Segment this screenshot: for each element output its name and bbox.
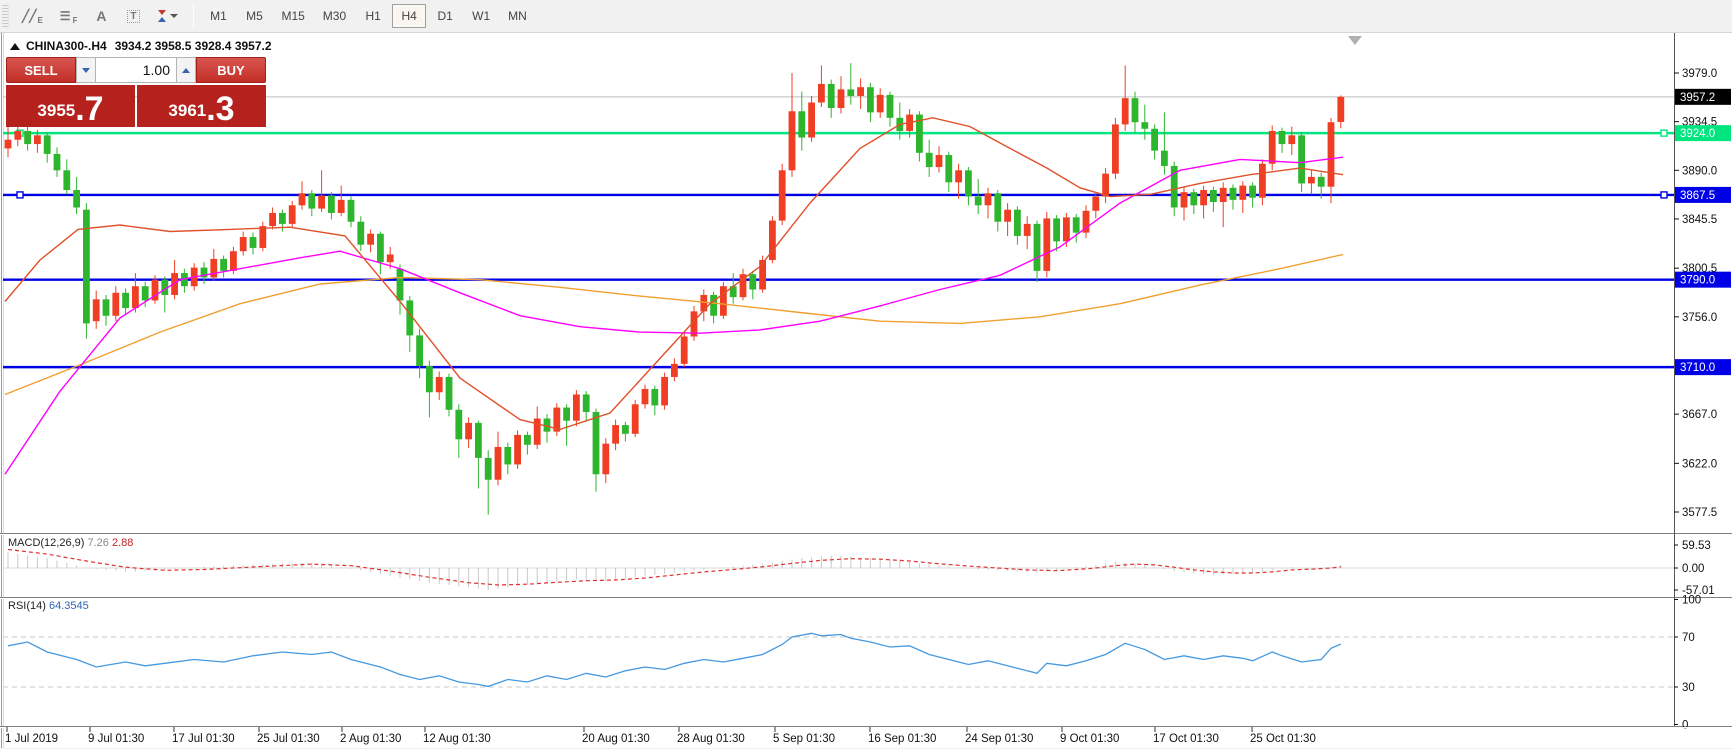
volume-increase-button[interactable] xyxy=(176,57,196,83)
svg-text:0: 0 xyxy=(1682,720,1688,732)
svg-text:3924.0: 3924.0 xyxy=(1680,128,1715,140)
svg-text:3710.0: 3710.0 xyxy=(1680,362,1715,374)
time-label: 17 Oct 01:30 xyxy=(1153,733,1219,745)
time-label: 9 Oct 01:30 xyxy=(1060,733,1119,745)
time-label: 2 Aug 01:30 xyxy=(340,733,401,745)
spin-up-icon xyxy=(182,68,190,73)
hline-handle xyxy=(1661,130,1667,136)
svg-text:3890.0: 3890.0 xyxy=(1682,165,1717,177)
symbol-name: CHINA300-.H4 xyxy=(26,39,107,53)
svg-text:3957.2: 3957.2 xyxy=(1680,92,1715,104)
spin-down-icon xyxy=(82,68,90,73)
svg-text:3845.5: 3845.5 xyxy=(1682,214,1717,226)
macd-label: MACD(12,26,9) 7.26 2.88 xyxy=(8,537,133,549)
time-label: 1 Jul 2019 xyxy=(5,733,58,745)
svg-text:0.00: 0.00 xyxy=(1682,563,1704,575)
svg-text:30: 30 xyxy=(1682,682,1695,694)
sell-button[interactable]: SELL xyxy=(6,57,76,83)
symbol-arrow-icon xyxy=(10,43,20,50)
time-label: 17 Jul 01:30 xyxy=(172,733,235,745)
svg-text:3622.0: 3622.0 xyxy=(1682,458,1717,470)
time-label: 5 Sep 01:30 xyxy=(773,733,835,745)
hline-handle xyxy=(1661,192,1667,198)
time-label: 9 Jul 01:30 xyxy=(88,733,144,745)
svg-text:70: 70 xyxy=(1682,632,1695,644)
volume-input[interactable] xyxy=(96,57,176,83)
rsi-label: RSI(14) 64.3545 xyxy=(8,600,89,612)
trading-terminal-window: ╱╱E ☰F A T M1M5M15M30H1H4D1W1MN 3979.039… xyxy=(0,0,1732,749)
buy-button[interactable]: BUY xyxy=(196,57,266,83)
svg-text:3667.0: 3667.0 xyxy=(1682,409,1717,421)
title-ohlc-values: 3934.2 3958.5 3928.4 3957.2 xyxy=(115,39,272,53)
time-label: 28 Aug 01:30 xyxy=(677,733,745,745)
svg-text:3756.0: 3756.0 xyxy=(1682,312,1717,324)
time-label: 25 Jul 01:30 xyxy=(257,733,320,745)
svg-text:3867.5: 3867.5 xyxy=(1680,190,1715,202)
macd-main-value: 7.26 xyxy=(87,537,108,549)
sell-price-display: 3955.7 xyxy=(6,85,135,127)
macd-signal-value: 2.88 xyxy=(112,537,133,549)
time-label: 16 Sep 01:30 xyxy=(868,733,936,745)
hline-handle xyxy=(17,192,23,198)
buy-price-display: 3961.3 xyxy=(137,85,266,127)
svg-text:3790.0: 3790.0 xyxy=(1680,275,1715,287)
svg-text:3979.0: 3979.0 xyxy=(1682,68,1717,80)
one-click-trade-panel: SELL BUY 3955.7 3961.3 xyxy=(6,57,266,127)
time-label: 25 Oct 01:30 xyxy=(1250,733,1316,745)
svg-text:59.53: 59.53 xyxy=(1682,540,1711,552)
time-label: 12 Aug 01:30 xyxy=(423,733,491,745)
svg-text:100: 100 xyxy=(1682,595,1701,607)
svg-text:3577.5: 3577.5 xyxy=(1682,507,1717,519)
chart-title: CHINA300-.H4 3934.2 3958.5 3928.4 3957.2 xyxy=(10,39,272,53)
time-label: 20 Aug 01:30 xyxy=(582,733,650,745)
volume-decrease-button[interactable] xyxy=(76,57,96,83)
time-label: 24 Sep 01:30 xyxy=(965,733,1033,745)
rsi-value: 64.3545 xyxy=(49,600,89,612)
